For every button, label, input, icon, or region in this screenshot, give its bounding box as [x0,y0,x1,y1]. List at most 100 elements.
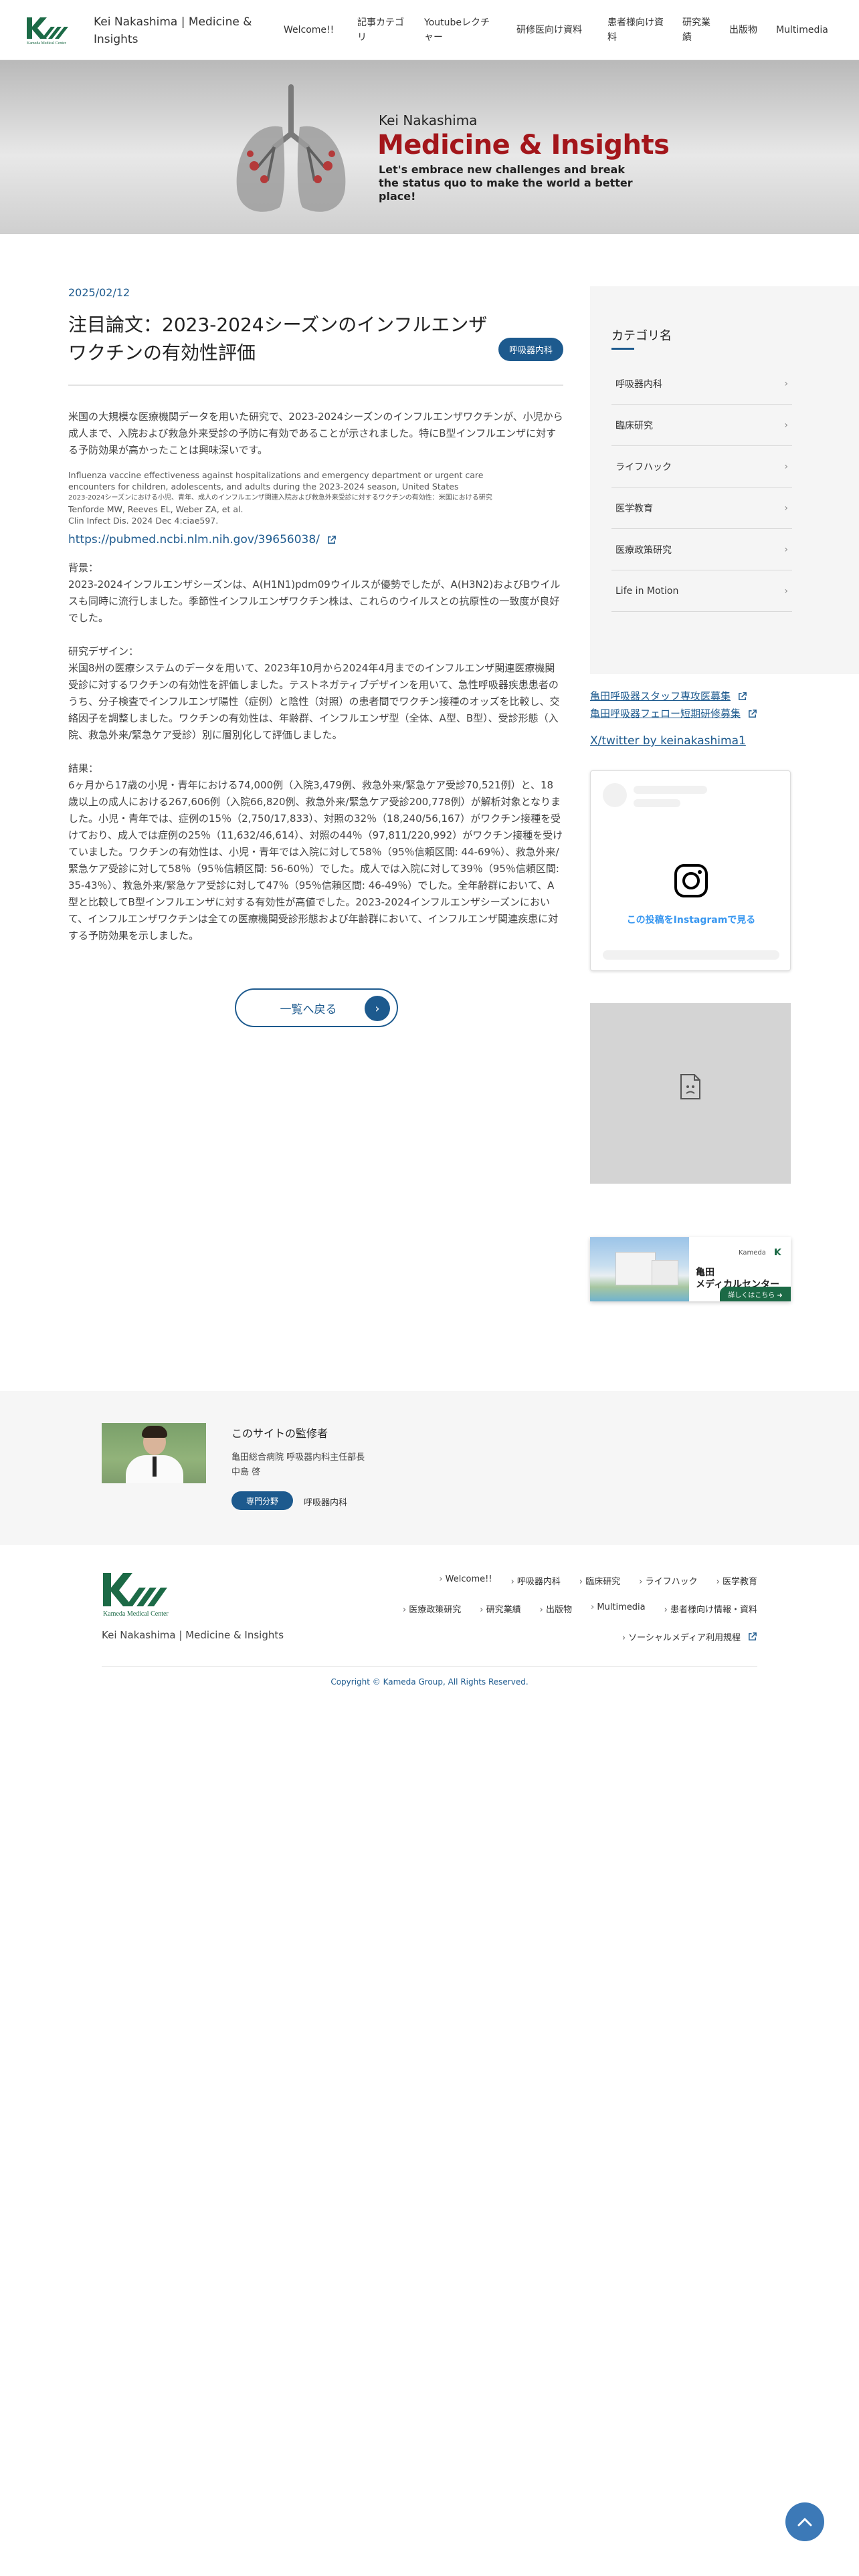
footer-link[interactable]: 医学教育 [717,1574,757,1587]
photo-hair [142,1426,167,1438]
hero-banner: Kei Nakashima Medicine & Insights Let's … [0,60,859,234]
global-nav: Welcome!! 記事カテゴリ Youtubeレクチャー 研修医向け資料 患者… [274,0,846,60]
lungs-illustration [236,84,346,212]
photo-tie [153,1457,157,1477]
instagram-view-link[interactable]: この投稿をInstagramで見る [591,913,791,926]
hero-name: Kei Nakashima [379,112,478,128]
footer-link[interactable]: ライフハック [639,1574,698,1587]
pubmed-link[interactable]: https://pubmed.ncbi.nlm.nih.gov/39656038… [68,533,563,546]
category-item-respiratory[interactable]: 呼吸器内科 › [611,363,792,405]
hospital-photo [590,1237,689,1301]
category-list: 呼吸器内科 › 臨床研究 › ライフハック › 医学教育 › 医療政策研究 › Life … [611,363,792,612]
footer-link[interactable]: 患者様向け情報・資料 [664,1602,757,1615]
heading-underline [611,348,634,350]
social-media-policy-link[interactable]: ソーシャルメディア利用規程 [622,1630,741,1643]
nav-research[interactable]: 研究業績 [673,15,720,45]
twitter-link[interactable]: X/twitter by keinakashima1 [590,734,791,748]
external-link-icon [739,691,747,700]
pubmed-url[interactable]: https://pubmed.ncbi.nlm.nih.gov/39656038… [68,533,320,546]
instagram-embed[interactable]: この投稿をInstagramで見る [590,770,791,971]
back-to-top-button[interactable] [785,2502,824,2541]
citation-line: Influenza vaccine effectiveness against … [68,470,484,480]
category-box: カテゴリ名 呼吸器内科 › 臨床研究 › ライフハック › 医学教育 › 医療政策研究 ›… [590,286,859,674]
fellow-recruit-link[interactable]: 亀田呼吸器フェロー短期研修募集 [590,705,791,722]
avatar-placeholder [603,783,627,807]
footer-link[interactable]: 医療政策研究 [403,1602,461,1615]
category-item-life-in-motion[interactable]: Life in Motion › [611,570,792,612]
building-shape [615,1252,656,1285]
category-label: Life in Motion [615,585,679,597]
footer-link[interactable]: 研究業績 [480,1602,521,1615]
nav-resident-materials[interactable]: 研修医向け資料 [507,23,598,37]
staff-recruit-link[interactable]: 亀田呼吸器スタッフ専攻医募集 [590,687,791,705]
kameda-logo[interactable]: Kameda Medical Center [25,16,80,45]
footer-link[interactable]: 呼吸器内科 [511,1574,561,1587]
category-heading: カテゴリ名 [611,329,672,343]
footer-link[interactable]: Multimedia [591,1602,645,1615]
link-label: 亀田呼吸器スタッフ専攻医募集 [590,690,731,702]
site-header: Kameda Medical Center Kei Nakashima | Me… [0,0,859,60]
citation-line: 2023-2024シーズンにおける小児、青年、成人のインフルエンザ関連入院および… [68,494,492,502]
supervisor-photo [102,1423,206,1483]
footer-link[interactable]: 臨床研究 [579,1574,620,1587]
site-footer: Kameda Medical Center Kei Nakashima | Me… [0,1545,859,1705]
nav-welcome[interactable]: Welcome!! [274,23,348,37]
back-label: 一覧へ戻る [280,1002,337,1016]
citation-line: encounters for children, adolescents, an… [68,481,459,492]
svg-text:Kameda Medical Center: Kameda Medical Center [103,1610,169,1618]
footer-kameda-logo[interactable]: Kameda Medical Center [102,1570,195,1618]
category-label: 医療政策研究 [615,544,672,556]
design-section: 研究デザイン： 米国8州の医療システムのデータを用いて、2023年10月から20… [68,643,563,744]
nav-youtube[interactable]: Youtubeレクチャー [415,15,507,45]
chevron-right-icon: › [784,378,788,389]
category-item-health-policy[interactable]: 医療政策研究 › [611,529,792,570]
footer-nav-row3: ソーシャルメディア利用規程 [622,1630,757,1643]
results-text: 6ヶ月から17歳の小児・青年における74,000例（入院3,479例、救急外来/… [68,779,563,942]
results-heading: 結果： [68,762,99,774]
category-label: 臨床研究 [615,420,653,431]
chevron-up-icon [797,2517,812,2527]
results-section: 結果： 6ヶ月から17歳の小児・青年における74,000例（入院3,479例、救… [68,760,563,944]
footer-link[interactable]: 出版物 [540,1602,572,1615]
category-label: ライフハック [615,461,672,473]
site-title[interactable]: Kei Nakashima | Medicine & Insights [94,13,268,48]
supervisor-label: このサイトの監修者 [231,1427,328,1440]
title-row: 注目論文：2023-2024シーズンのインフルエンザワクチンの有効性評価 呼吸器… [68,311,563,386]
back-to-list-button[interactable]: 一覧へ戻る › [235,988,398,1027]
copyright: Copyright © Kameda Group, All Rights Res… [330,1677,529,1687]
nav-multimedia[interactable]: Multimedia [767,23,846,37]
nav-patient-materials[interactable]: 患者様向け資料 [598,15,673,45]
article-lead: 米国の大規模な医療機関データを用いた研究で、2023-2024シーズンのインフル… [68,411,563,456]
category-item-clinical-research[interactable]: 臨床研究 › [611,405,792,446]
broken-file-icon [680,1074,700,1099]
external-link-icon [749,709,757,718]
nav-publications[interactable]: 出版物 [720,23,767,37]
nav-categories[interactable]: 記事カテゴリ [348,15,415,45]
instagram-icon [674,864,708,897]
video-embed[interactable] [590,1003,791,1184]
external-link-icon [327,535,336,544]
footer-nav-row2: 医療政策研究 研究業績 出版物 Multimedia 患者様向け情報・資料 [403,1602,757,1615]
footer-nav-row1: Welcome!! 呼吸器内科 臨床研究 ライフハック 医学教育 [439,1574,757,1587]
chevron-right-icon: › [365,996,390,1021]
category-item-medical-education[interactable]: 医学教育 › [611,488,792,529]
kameda-banner[interactable]: Kameda 亀田 メディカルセンター 詳しくはこちら ➜ [590,1237,791,1301]
footer-link[interactable]: Welcome!! [439,1574,492,1587]
background-section: 背景： 2023-2024インフルエンザシーズンは、A(H1N1)pdm09ウイ… [68,560,563,627]
supervisor-section: このサイトの監修者 亀田総合病院 呼吸器内科主任部長 中島 啓 専門分野 呼吸器… [0,1391,859,1545]
post-date: 2025/02/12 [68,286,130,299]
external-link-icon [749,1632,757,1640]
sidebar-links: 亀田呼吸器スタッフ専攻医募集 亀田呼吸器フェロー短期研修募集 X/twitter… [590,687,791,748]
chevron-right-icon: › [784,461,788,472]
specialty-badge: 専門分野 [231,1491,293,1510]
placeholder-line [603,950,779,960]
banner-brand: Kameda [739,1249,766,1257]
supervisor-affiliation: 亀田総合病院 呼吸器内科主任部長 [231,1453,365,1463]
kameda-mark-icon [775,1249,781,1255]
background-text: 2023-2024インフルエンザシーズンは、A(H1N1)pdm09ウイルスが優… [68,578,561,624]
category-badge[interactable]: 呼吸器内科 [498,338,563,361]
post-title: 注目論文：2023-2024シーズンのインフルエンザワクチンの有効性評価 [68,314,488,364]
banner-details-button[interactable]: 詳しくはこちら ➜ [720,1287,791,1301]
category-item-lifehack[interactable]: ライフハック › [611,446,792,488]
supervisor-specialty: 呼吸器内科 [304,1498,348,1508]
